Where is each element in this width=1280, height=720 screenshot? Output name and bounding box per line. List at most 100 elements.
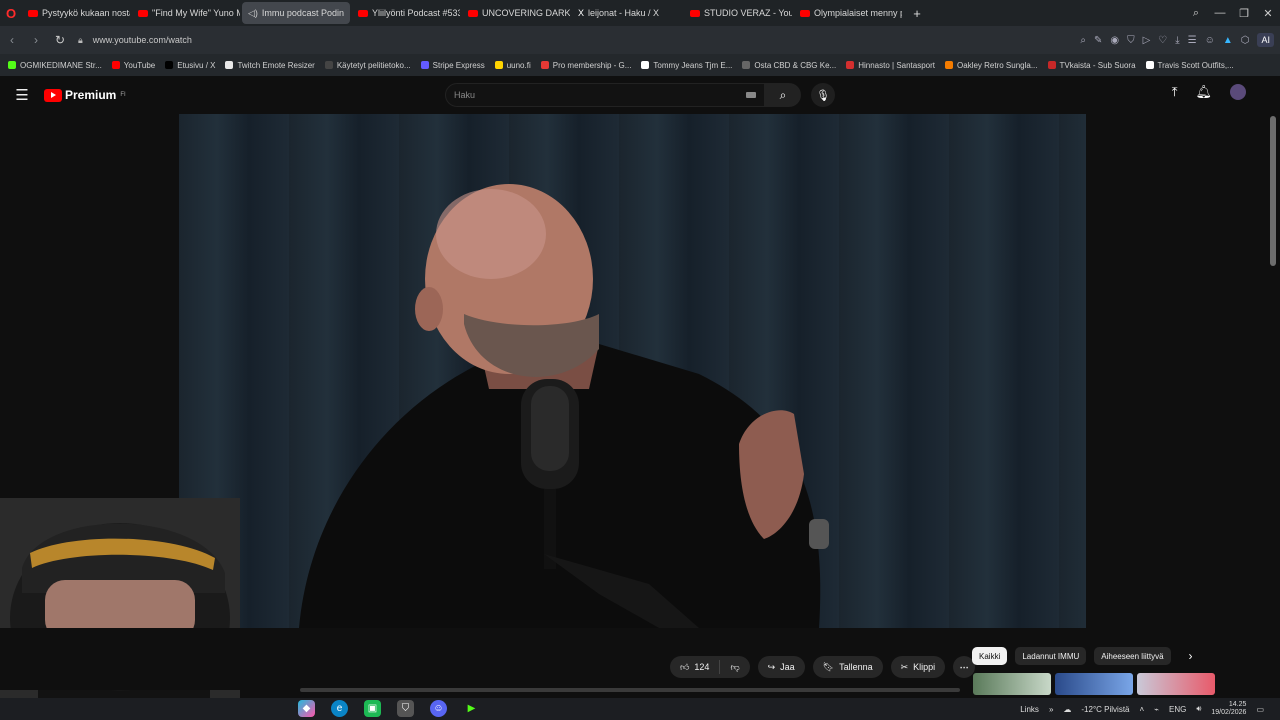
reload-icon[interactable]: ↻ (48, 33, 72, 47)
save-button[interactable]: 🔖︎ Tallenna (812, 656, 883, 678)
browser-tab[interactable]: Xleijonat - Haku / X (572, 2, 682, 24)
new-tab-button[interactable]: + (908, 4, 926, 22)
back-icon[interactable]: ‹ (0, 33, 24, 47)
edge-icon[interactable]: e (331, 700, 348, 717)
header-actions: ⤒ 🔔︎ (1172, 84, 1246, 100)
close-icon[interactable]: ✕ (1256, 7, 1280, 20)
play-icon[interactable]: ▷ (1143, 35, 1151, 46)
keyboard-icon[interactable] (746, 92, 756, 98)
language-indicator[interactable]: ENG (1169, 705, 1186, 714)
bookmark-item[interactable]: Osta CBD & CBG Ke... (742, 61, 836, 70)
bookmark-favicon-icon (494, 61, 503, 69)
related-thumbnails (973, 673, 1215, 695)
bookmark-item[interactable]: Etusivu / X (165, 61, 215, 70)
minimize-icon[interactable]: — (1208, 7, 1232, 19)
clip-button[interactable]: ✂ Klippi (890, 656, 946, 678)
forward-icon[interactable]: › (24, 33, 48, 47)
share-button[interactable]: ↪ Jaa (757, 656, 805, 678)
download-icon[interactable]: ⤓ (1175, 35, 1179, 46)
video-player[interactable] (179, 114, 1086, 628)
chip-related[interactable]: Aiheeseen liittyvä (1094, 647, 1171, 665)
heart-icon[interactable]: ♡ (1158, 35, 1167, 46)
bookmark-item[interactable]: Oakley Retro Sungla... (945, 61, 1038, 70)
menu-icon[interactable]: ☰ (1188, 35, 1197, 46)
bookmark-item[interactable]: Stripe Express (420, 60, 485, 70)
youtube-premium-logo[interactable]: Premium FI (44, 88, 126, 102)
opera-menu-icon[interactable]: O (0, 0, 22, 26)
discord-icon[interactable]: ☺ (430, 700, 447, 717)
search-icon[interactable]: ⌕ (1080, 35, 1086, 46)
bookmark-item[interactable]: uuno.fi (494, 61, 531, 70)
bookmark-item[interactable]: YouTube (111, 60, 156, 70)
browser-tab[interactable]: Yliilyönti Podcast #533 – (352, 2, 460, 24)
browser-tab[interactable]: STUDIO VERAZ - YouTube (684, 2, 792, 24)
bookmark-item[interactable]: Käytetyt pelitietoko... (324, 60, 411, 70)
scrollbar[interactable] (1270, 116, 1276, 266)
search-input[interactable]: Haku (445, 83, 765, 107)
bookmark-item[interactable]: TVkaista - Sub Suora (1047, 61, 1136, 70)
bookmark-favicon-icon (165, 61, 174, 69)
audio-icon: ◁) (248, 7, 258, 18)
chip-uploaded-by[interactable]: Ladannut IMMU (1015, 647, 1087, 665)
search-tabs-icon[interactable]: ⌕ (1184, 7, 1208, 20)
youtube-icon (690, 9, 700, 17)
weather-text[interactable]: -12°C Pilvistä (1081, 705, 1129, 714)
voice-search-button[interactable]: 🎙︎ (811, 83, 835, 107)
browser-tab[interactable]: ◁) Immu podcast Podin (242, 2, 350, 24)
bell-icon[interactable]: 🔔︎ (1195, 84, 1212, 100)
bookmark-favicon-icon (540, 61, 549, 69)
upload-icon[interactable]: ⤒ (1172, 84, 1178, 100)
bookmark-item[interactable]: Travis Scott Outfits,... (1145, 61, 1234, 70)
hamburger-menu-icon[interactable]: ☰ (0, 86, 44, 104)
camera-icon[interactable]: ◉ (1110, 35, 1119, 46)
ai-button[interactable]: AI (1257, 33, 1274, 47)
dislike-button[interactable]: 👎︎ (720, 662, 749, 673)
windows-taskbar: ◆ e ▣ ⛉ ☺ ▶ Links » ☁ -12°C Pilvistä ˄ ⌁… (0, 698, 1280, 720)
app-green-icon[interactable]: ▣ (364, 700, 381, 717)
tab-label: UNCOVERING DARK EPST (482, 8, 570, 18)
system-tray: Links » ☁ -12°C Pilvistä ˄ ⌁ ENG 🔊︎ 14.2… (1020, 698, 1264, 720)
clock[interactable]: 14.25 19/02/2026 (1211, 701, 1246, 717)
shield-app-icon[interactable]: ⛉ (397, 700, 414, 717)
browser-tab[interactable]: Olympialaiset menny pah (794, 2, 902, 24)
related-thumbnail[interactable] (973, 673, 1051, 695)
clip-label: Klippi (913, 662, 936, 672)
browser-tab[interactable]: Pystyykö kukaan nostama (22, 2, 130, 24)
bookmark-label: Käytetyt pelitietoko... (336, 60, 411, 70)
shield-icon[interactable]: ⛉ (1127, 35, 1135, 46)
edit-icon[interactable]: ✎ (1094, 35, 1102, 46)
notification-icon[interactable]: ▭ (1256, 705, 1264, 714)
bookmark-label: YouTube (123, 60, 156, 70)
scissors-icon: ✂ (900, 661, 909, 672)
tray-expand-icon[interactable]: ˄ (1140, 705, 1145, 714)
search-button[interactable]: ⌕ (765, 83, 801, 107)
related-thumbnail[interactable] (1055, 673, 1133, 695)
browser-tab[interactable]: "Find My Wife" Yuno Mil (132, 2, 240, 24)
bookmark-item[interactable]: Pro membership - G... (540, 61, 631, 70)
speaker-icon[interactable]: 🔊︎ (1196, 704, 1201, 714)
chevron-right-icon[interactable]: › (1189, 649, 1193, 663)
links-toolbar[interactable]: Links (1020, 705, 1039, 714)
bookmark-item[interactable]: OGMIKEDIMANE Str... (8, 61, 102, 70)
chevron-double-icon[interactable]: » (1049, 705, 1053, 714)
network-icon[interactable]: ⌁ (1154, 705, 1159, 714)
related-thumbnail[interactable] (1137, 673, 1215, 695)
url-field[interactable]: www.youtube.com/watch (93, 35, 192, 45)
profile-icon[interactable]: ☺ (1205, 35, 1215, 46)
chip-all[interactable]: Kaikki (972, 647, 1008, 665)
browser-tab[interactable]: UNCOVERING DARK EPST (462, 2, 570, 24)
bookmark-item[interactable]: Hinnasto | Santasport (846, 61, 935, 70)
extension-icon[interactable]: ▲ (1223, 35, 1233, 46)
avatar[interactable] (1230, 84, 1246, 100)
bookmark-item[interactable]: Tommy Jeans Tjm E... (641, 61, 732, 70)
copilot-icon[interactable]: ◆ (298, 700, 315, 717)
puzzle-icon[interactable]: ⬡ (1241, 35, 1250, 46)
like-button[interactable]: 👍︎ 124 (670, 660, 721, 674)
horizontal-scrollbar[interactable] (300, 688, 960, 692)
youtube-logo-icon (44, 88, 62, 102)
restore-icon[interactable]: ❐ (1232, 7, 1256, 20)
kick-icon[interactable]: ▶ (463, 700, 480, 717)
youtube-header: ☰ Premium FI Haku ⌕ 🎙︎ ⤒ 🔔︎ (0, 76, 1280, 114)
bookmark-item[interactable]: Twitch Emote Resizer (225, 61, 315, 70)
bookmark-label: Stripe Express (432, 60, 485, 70)
